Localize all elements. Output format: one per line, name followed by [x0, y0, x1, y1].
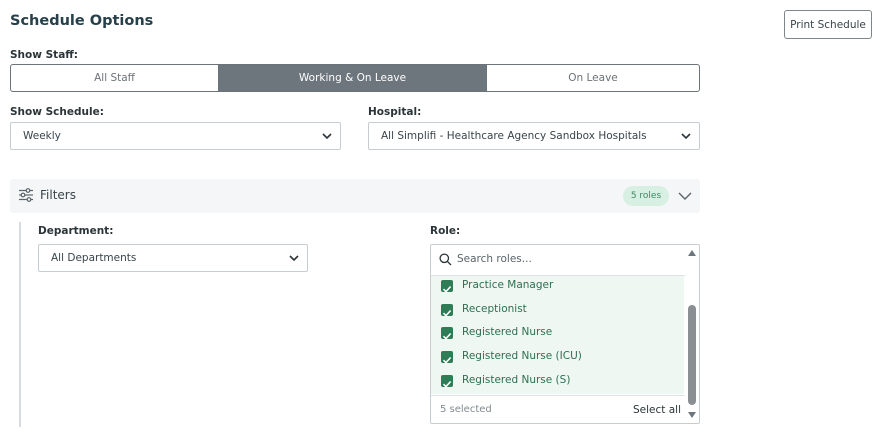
- select-all-link[interactable]: Select all: [633, 404, 681, 416]
- show-schedule-label: Show Schedule:: [10, 106, 104, 118]
- department-value: All Departments: [51, 252, 137, 264]
- scrollbar-thumb[interactable]: [688, 305, 696, 405]
- hospital-label: Hospital:: [368, 106, 422, 118]
- show-staff-all-option[interactable]: All Staff: [11, 65, 218, 91]
- hospital-value: All Simplifi - Healthcare Agency Sandbox…: [381, 130, 647, 142]
- role-footer: 5 selected Select all: [431, 395, 685, 423]
- filters-toggle-bar[interactable]: [10, 179, 700, 213]
- show-staff-label: Show Staff:: [10, 49, 78, 61]
- role-option-practice-manager[interactable]: Practice Manager: [431, 276, 684, 298]
- role-option-registered-nurse-s[interactable]: Registered Nurse (S): [431, 371, 684, 393]
- role-label: Role:: [430, 225, 461, 237]
- checkbox-checked-icon[interactable]: [441, 375, 453, 388]
- role-option-label: Receptionist: [462, 303, 527, 315]
- role-options-list: Practice Manager Receptionist Registered…: [431, 276, 684, 394]
- chevron-down-icon: [681, 133, 691, 140]
- checkbox-checked-icon[interactable]: [441, 327, 453, 340]
- show-schedule-value: Weekly: [23, 130, 61, 142]
- chevron-down-icon: [289, 255, 299, 262]
- checkbox-checked-icon[interactable]: [441, 304, 453, 317]
- role-search-input[interactable]: Search roles...: [457, 253, 532, 265]
- chevron-down-icon[interactable]: [678, 191, 692, 201]
- role-option-registered-nurse[interactable]: Registered Nurse: [431, 323, 684, 345]
- role-option-label: Registered Nurse (ICU): [462, 350, 582, 362]
- page-title: Schedule Options: [10, 13, 154, 29]
- chevron-down-icon: [322, 133, 332, 140]
- role-search-row[interactable]: Search roles...: [431, 245, 685, 276]
- checkbox-checked-icon[interactable]: [441, 280, 453, 293]
- department-select[interactable]: All Departments: [38, 244, 308, 272]
- hospital-select[interactable]: All Simplifi - Healthcare Agency Sandbox…: [368, 122, 700, 150]
- show-staff-working-on-leave-option[interactable]: Working & On Leave: [218, 65, 486, 91]
- show-staff-on-leave-option[interactable]: On Leave: [486, 65, 699, 91]
- role-option-label: Practice Manager: [462, 279, 554, 291]
- scroll-up-arrow-icon[interactable]: [687, 249, 697, 257]
- filters-label: Filters: [40, 188, 76, 202]
- scroll-down-arrow-icon[interactable]: [687, 411, 697, 419]
- checkbox-checked-icon[interactable]: [441, 351, 453, 364]
- show-staff-segmented-control: All Staff Working & On Leave On Leave: [10, 64, 700, 92]
- print-schedule-button[interactable]: Print Schedule: [784, 10, 872, 39]
- sliders-icon: [19, 188, 33, 202]
- department-label: Department:: [38, 225, 114, 237]
- role-option-label: Registered Nurse (S): [462, 374, 571, 386]
- role-option-registered-nurse-icu[interactable]: Registered Nurse (ICU): [431, 347, 684, 369]
- show-schedule-select[interactable]: Weekly: [10, 122, 341, 150]
- role-multiselect: Search roles... Practice Manager Recepti…: [430, 244, 700, 424]
- roles-count-badge: 5 roles: [623, 186, 669, 206]
- role-option-label: Registered Nurse: [462, 326, 553, 338]
- filters-indent-rule: [19, 222, 21, 427]
- selected-count: 5 selected: [440, 404, 492, 415]
- role-option-receptionist[interactable]: Receptionist: [431, 300, 684, 322]
- search-icon: [439, 253, 452, 266]
